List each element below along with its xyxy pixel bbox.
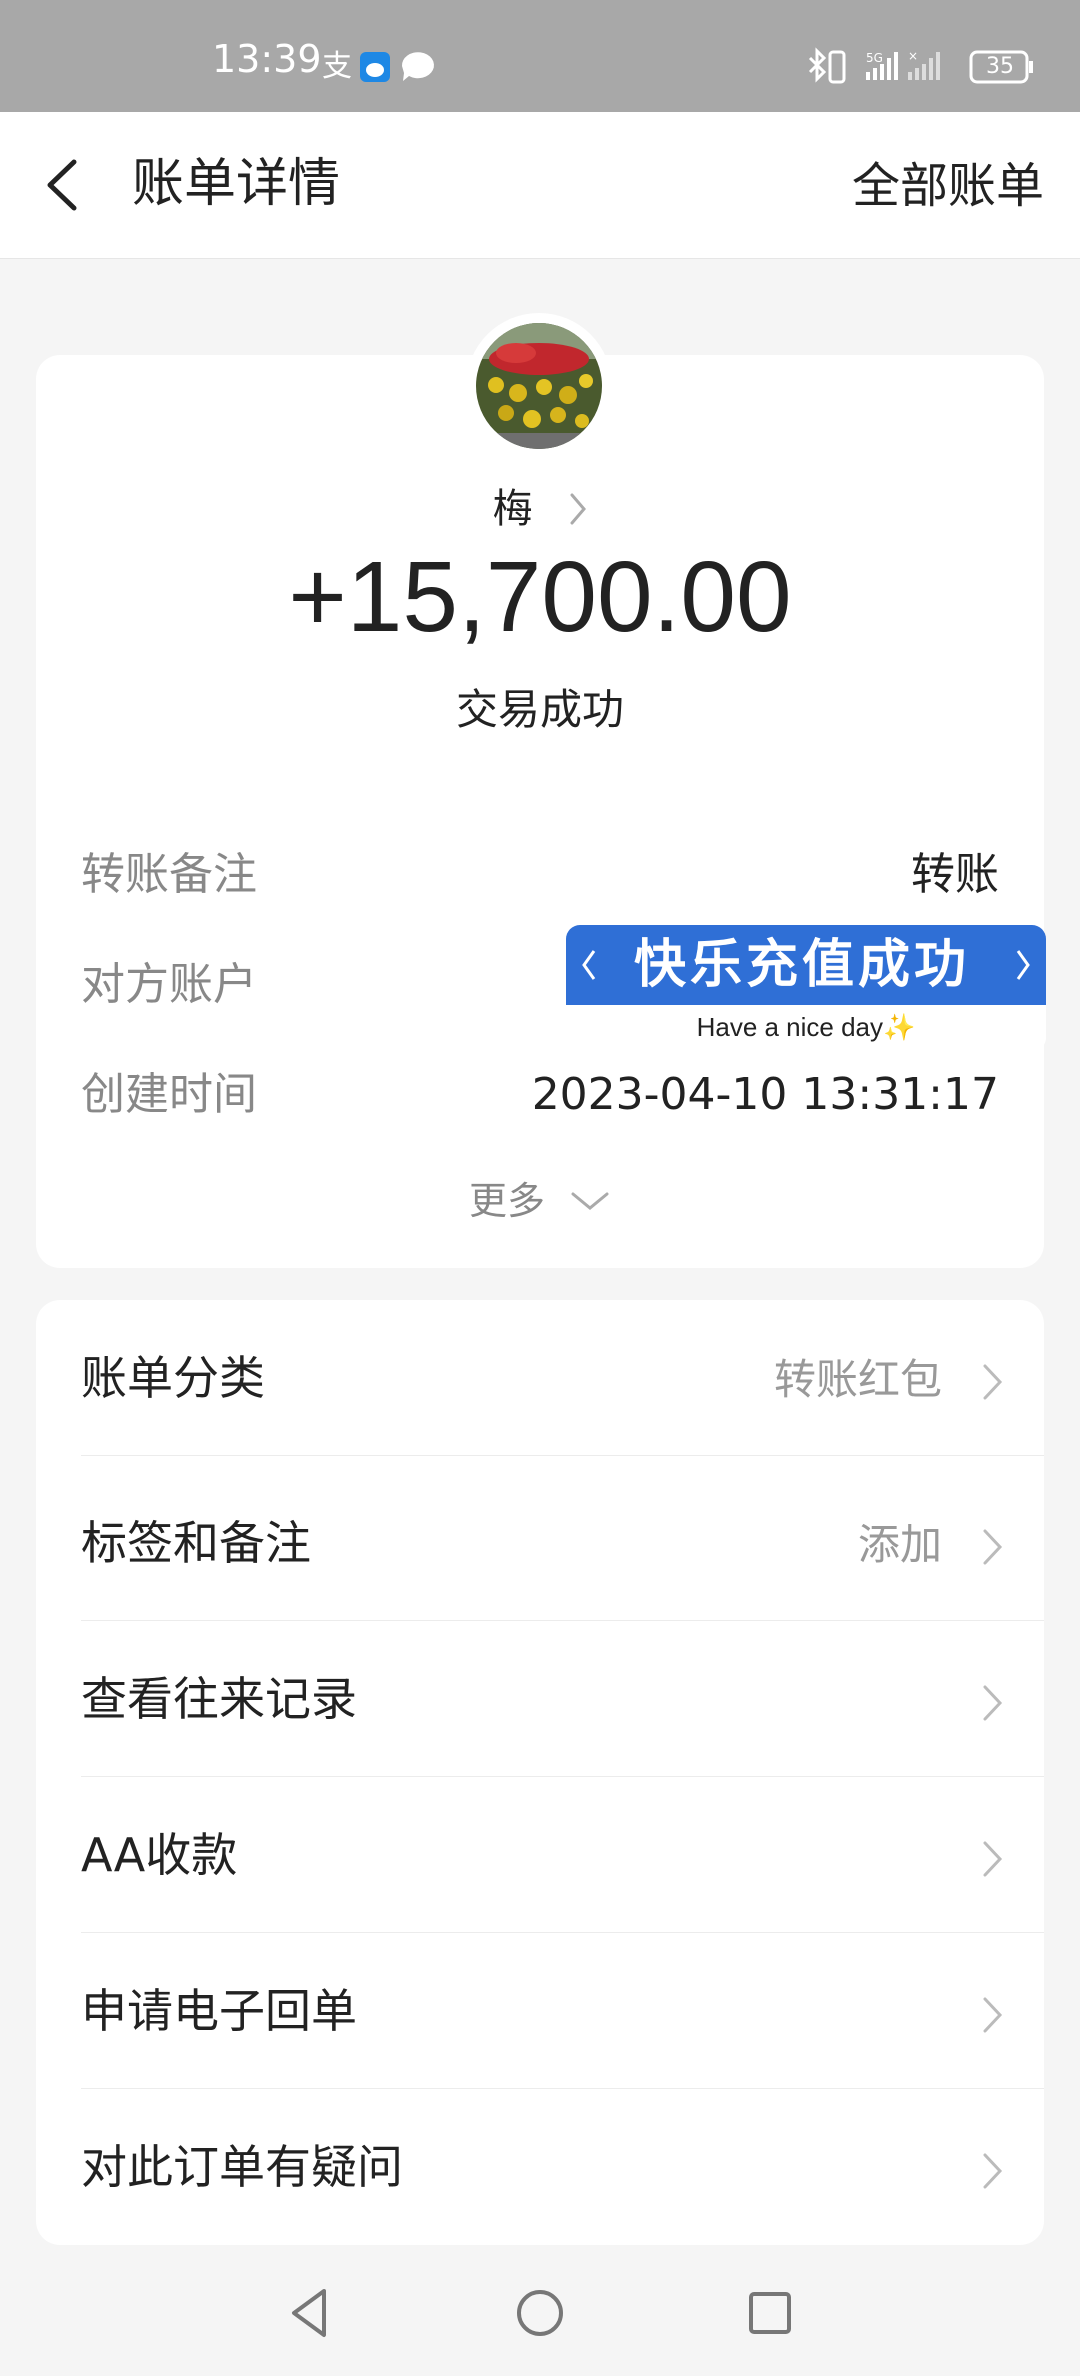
chevron-down-icon	[571, 1192, 609, 1210]
transaction-amount: +15,700.00	[288, 541, 792, 653]
detail-label: 对方账户	[81, 959, 257, 1010]
5g-signal-icon: 5G	[866, 51, 898, 80]
menu-item-label: AA收款	[81, 1828, 238, 1882]
menu-item-tags-notes[interactable]: 标签和备注 添加	[81, 1465, 1044, 1621]
success-sticker: 快乐充值成功 Have a nice day✨	[566, 925, 1046, 1050]
chevron-right-icon	[983, 1841, 1003, 1877]
chevron-right-icon	[570, 493, 587, 525]
more-label: 更多	[468, 1178, 545, 1223]
transaction-card: 梅 +15,700.00 交易成功 转账备注 转账 对方账户 创建时间 2023…	[36, 323, 1044, 1268]
menu-item-label: 账单分类	[81, 1351, 265, 1405]
chevron-right-icon	[983, 2153, 1003, 2189]
system-nav-bar	[0, 2255, 1080, 2376]
sticker-banner: 快乐充值成功	[566, 925, 1046, 1005]
detail-value: 转账	[911, 849, 999, 900]
back-arrow-icon[interactable]	[40, 152, 100, 218]
page-title: 账单详情	[132, 154, 341, 214]
chat-icon	[401, 52, 434, 81]
avatar-image	[476, 323, 602, 449]
transaction-status: 交易成功	[455, 685, 624, 734]
detail-row-remark: 转账备注 转账	[81, 845, 999, 905]
menu-item-aa-collect[interactable]: AA收款	[81, 1777, 1044, 1933]
menu-item-label: 对此订单有疑问	[81, 2140, 403, 2194]
detail-label: 转账备注	[81, 849, 257, 900]
detail-row-created-time: 创建时间 2023-04-10 13:31:17	[81, 1065, 999, 1125]
alipay-icon: 支	[322, 49, 352, 84]
payer-name[interactable]: 梅	[493, 485, 533, 533]
header: 账单详情 全部账单	[0, 112, 1080, 259]
menu-item-bill-category[interactable]: 账单分类 转账红包	[81, 1300, 1044, 1456]
nav-home-icon[interactable]	[510, 2283, 570, 2343]
signal-no-service-icon: ×	[908, 49, 940, 80]
chevron-right-icon	[983, 1364, 1003, 1400]
bluetooth-icon	[808, 47, 827, 83]
notification-icons: 支	[322, 49, 434, 84]
chevron-left-icon	[582, 950, 596, 980]
all-bills-link[interactable]: 全部账单	[852, 158, 1044, 214]
menu-item-history[interactable]: 查看往来记录	[81, 1621, 1044, 1777]
menu-item-label: 查看往来记录	[81, 1672, 357, 1726]
nav-recents-icon[interactable]	[740, 2283, 800, 2343]
more-toggle[interactable]: 更多	[36, 1173, 1044, 1226]
bill-options-card: 账单分类 转账红包 标签和备注 添加 查看往来记录 AA收款 申请电子回单 对此…	[36, 1300, 1044, 2245]
battery-level: 35	[986, 54, 1014, 79]
chevron-right-icon	[1016, 950, 1030, 980]
sticker-subtitle: Have a nice day✨	[696, 1012, 916, 1042]
svg-text:×: ×	[908, 49, 918, 63]
menu-item-label: 申请电子回单	[81, 1984, 357, 2038]
svg-text:支: 支	[322, 49, 352, 84]
detail-label: 创建时间	[81, 1069, 257, 1120]
menu-item-order-question[interactable]: 对此订单有疑问	[81, 2089, 1044, 2245]
status-bar: 13:39 支 5G × 35	[0, 0, 1080, 112]
menu-item-label: 标签和备注	[81, 1516, 311, 1570]
weibo-icon	[360, 52, 390, 82]
sticker-footer: Have a nice day✨	[566, 1005, 1046, 1050]
vibrate-icon	[828, 50, 846, 84]
chevron-right-icon	[983, 1685, 1003, 1721]
sticker-title: 快乐充值成功	[633, 934, 970, 995]
payer-row[interactable]: 梅	[36, 483, 1044, 533]
nav-back-icon[interactable]	[280, 2283, 340, 2343]
divider	[81, 1455, 1044, 1456]
svg-text:5G: 5G	[866, 51, 883, 65]
detail-value: 2023-04-10 13:31:17	[531, 1069, 999, 1120]
menu-item-value: 转账红包	[773, 1355, 942, 1404]
menu-item-e-receipt[interactable]: 申请电子回单	[81, 1933, 1044, 2089]
chevron-right-icon	[983, 1529, 1003, 1565]
avatar[interactable]	[476, 323, 602, 449]
menu-item-value: 添加	[857, 1520, 942, 1569]
chevron-right-icon	[983, 1997, 1003, 2033]
status-time: 13:39	[212, 37, 322, 81]
